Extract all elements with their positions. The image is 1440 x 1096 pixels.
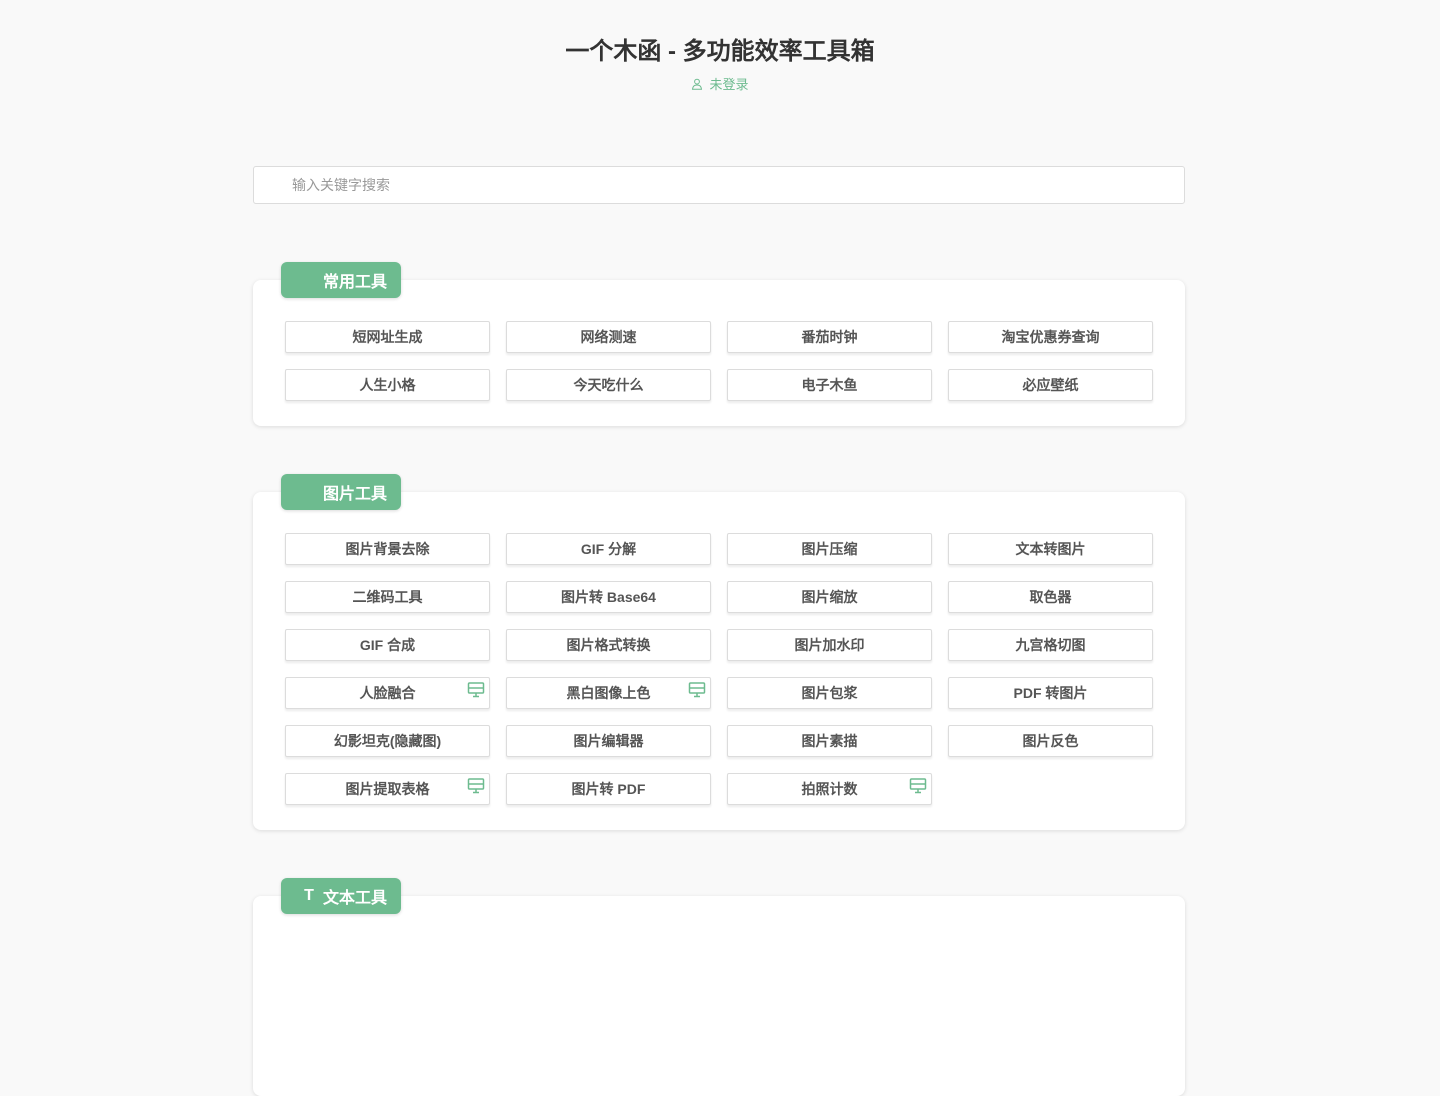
- tool-button-label: 今天吃什么: [573, 377, 644, 393]
- tool-button-label: GIF 合成: [359, 637, 416, 653]
- tool-button-label: 取色器: [1029, 589, 1072, 605]
- tool-button-15[interactable]: PDF 转图片: [948, 677, 1153, 709]
- tool-button-1[interactable]: GIF 分解: [506, 533, 711, 565]
- desktop-icon: [467, 778, 485, 794]
- tool-button-17[interactable]: 图片编辑器: [506, 725, 711, 757]
- tool-button-label: 九宫格切图: [1015, 637, 1086, 653]
- tool-button-16[interactable]: 幻影坦克(隐藏图): [285, 725, 490, 757]
- tool-grid-image: 图片背景去除 GIF 分解 图片压缩 文本转图片二维码工具 图片转 Base64 图片缩放…: [285, 533, 1153, 805]
- tool-button-11[interactable]: 九宫格切图: [948, 629, 1153, 661]
- tool-button-0[interactable]: 短网址生成: [285, 321, 490, 353]
- tool-button-label: 图片缩放: [801, 589, 858, 605]
- page-header: 一个木函 - 多功能效率工具箱 未登录: [0, 36, 1440, 95]
- tool-button-label: GIF 分解: [580, 541, 637, 557]
- desktop-icon: [467, 682, 485, 698]
- tool-button-2[interactable]: 番茄时钟: [727, 321, 932, 353]
- section-title: 文本工具: [323, 890, 388, 907]
- tool-button-label: 黑白图像上色: [566, 685, 651, 701]
- tool-button-14[interactable]: 图片包浆: [727, 677, 932, 709]
- section-tag-common-tools: 常用工具: [281, 262, 401, 298]
- tool-button-19[interactable]: 图片反色: [948, 725, 1153, 757]
- tool-button-22[interactable]: 拍照计数: [727, 773, 932, 805]
- tool-button-label: 二维码工具: [352, 589, 423, 605]
- tool-button-label: PDF 转图片: [1013, 685, 1088, 701]
- tool-button-1[interactable]: 网络测速: [506, 321, 711, 353]
- tool-button-12[interactable]: 人脸融合: [285, 677, 490, 709]
- tool-button-7[interactable]: 取色器: [948, 581, 1153, 613]
- tool-button-label: 图片加水印: [794, 637, 865, 653]
- tool-button-label: 网络测速: [580, 329, 637, 345]
- tool-button-6[interactable]: 电子木鱼: [727, 369, 932, 401]
- search-input[interactable]: [254, 167, 1184, 203]
- tool-button-3[interactable]: 文本转图片: [948, 533, 1153, 565]
- tool-button-label: 图片格式转换: [566, 637, 651, 653]
- tool-button-18[interactable]: 图片素描: [727, 725, 932, 757]
- tool-button-label: 图片包浆: [801, 685, 858, 701]
- login-status-label: 未登录: [709, 77, 749, 92]
- section-title: 图片工具: [323, 486, 388, 503]
- tool-button-4[interactable]: 人生小格: [285, 369, 490, 401]
- tool-button-label: 幻影坦克(隐藏图): [333, 733, 442, 749]
- tool-button-label: 人脸融合: [359, 685, 416, 701]
- tool-button-label: 图片编辑器: [573, 733, 644, 749]
- tool-button-label: 图片压缩: [801, 541, 858, 557]
- search-box: [253, 166, 1185, 204]
- tool-button-label: 番茄时钟: [801, 329, 858, 345]
- desktop-icon: [909, 778, 927, 794]
- tool-button-0[interactable]: 图片背景去除: [285, 533, 490, 565]
- page-title: 一个木函 - 多功能效率工具箱: [565, 38, 875, 65]
- tool-button-label: 图片背景去除: [345, 541, 430, 557]
- tool-button-4[interactable]: 二维码工具: [285, 581, 490, 613]
- tool-button-3[interactable]: 淘宝优惠券查询: [948, 321, 1153, 353]
- section-tag-image-tools: 图片工具: [281, 474, 401, 510]
- tool-button-13[interactable]: 黑白图像上色: [506, 677, 711, 709]
- section-text-tools: T 文本工具: [253, 878, 1185, 1096]
- tool-button-9[interactable]: 图片格式转换: [506, 629, 711, 661]
- desktop-icon: [688, 682, 706, 698]
- tool-button-label: 人生小格: [359, 377, 416, 393]
- tool-button-label: 电子木鱼: [801, 377, 858, 393]
- tool-button-8[interactable]: GIF 合成: [285, 629, 490, 661]
- tool-button-label: 文本转图片: [1015, 541, 1086, 557]
- login-status[interactable]: 未登录: [691, 74, 749, 93]
- tool-button-20[interactable]: 图片提取表格: [285, 773, 490, 805]
- tool-grid-common: 短网址生成 网络测速 番茄时钟 淘宝优惠券查询人生小格 今天吃什么 电子木鱼 必应壁纸: [285, 321, 1153, 401]
- section-common-tools: 常用工具 短网址生成 网络测速 番茄时钟 淘宝优惠券查询人生小格 今天吃什么 电子木鱼 必应…: [253, 262, 1185, 426]
- tool-button-label: 必应壁纸: [1022, 377, 1079, 393]
- tool-button-21[interactable]: 图片转 PDF: [506, 773, 711, 805]
- tool-button-6[interactable]: 图片缩放: [727, 581, 932, 613]
- tool-button-5[interactable]: 图片转 Base64: [506, 581, 711, 613]
- tool-button-label: 图片素描: [801, 733, 858, 749]
- section-title: 常用工具: [323, 274, 388, 291]
- tool-button-2[interactable]: 图片压缩: [727, 533, 932, 565]
- tool-button-label: 拍照计数: [801, 781, 858, 797]
- tool-button-label: 淘宝优惠券查询: [1001, 329, 1100, 345]
- tool-button-10[interactable]: 图片加水印: [727, 629, 932, 661]
- section-image-tools: 图片工具 图片背景去除 GIF 分解 图片压缩 文本转图片二维码工具 图片转 Base6…: [253, 474, 1185, 830]
- user-icon: [692, 78, 703, 90]
- tool-button-label: 图片提取表格: [345, 781, 430, 797]
- tool-button-label: 短网址生成: [352, 329, 423, 345]
- tool-button-7[interactable]: 必应壁纸: [948, 369, 1153, 401]
- text-icon: T: [304, 887, 314, 904]
- section-tag-text-tools: T 文本工具: [281, 878, 401, 914]
- tool-button-label: 图片反色: [1022, 733, 1079, 749]
- tool-button-5[interactable]: 今天吃什么: [506, 369, 711, 401]
- tool-button-label: 图片转 Base64: [561, 589, 656, 605]
- tool-button-label: 图片转 PDF: [571, 781, 646, 797]
